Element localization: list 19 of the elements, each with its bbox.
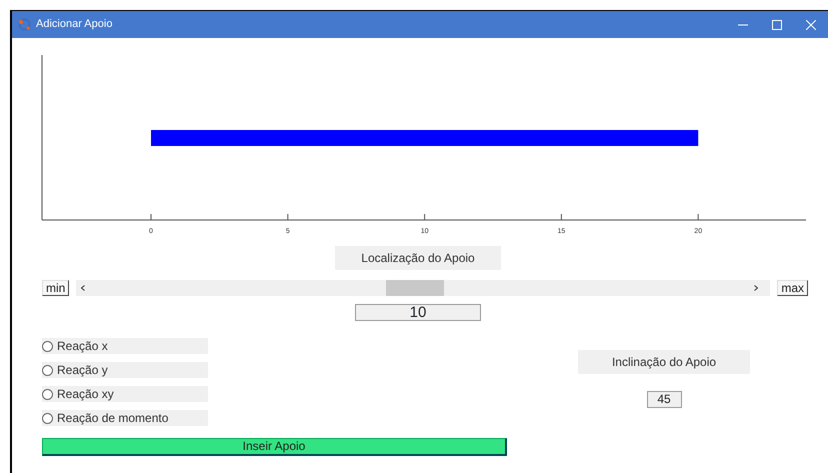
inclination-label: Inclinação do Apoio (578, 350, 750, 374)
app-icon (18, 18, 31, 31)
slider-thumb[interactable] (386, 280, 444, 296)
max-button[interactable]: max (777, 280, 808, 296)
reaction-radio[interactable]: Reação xy (42, 386, 208, 402)
insert-support-button[interactable]: Inseir Apoio (42, 438, 507, 456)
min-button[interactable]: min (42, 280, 70, 296)
location-value-field[interactable]: 10 (355, 304, 481, 321)
reaction-radio[interactable]: Reação y (42, 362, 208, 378)
window-title: Adicionar Apoio (36, 17, 112, 32)
location-label: Localização do Apoio (335, 246, 501, 270)
reaction-radio[interactable]: Reação de momento (42, 410, 208, 426)
radio-icon[interactable] (42, 364, 53, 376)
radio-icon[interactable] (42, 412, 53, 424)
slider-track[interactable] (76, 280, 770, 296)
inclination-value-field[interactable]: 45 (646, 391, 682, 408)
radio-icon[interactable] (42, 388, 53, 400)
radio-icon[interactable] (42, 340, 53, 352)
reaction-radio[interactable]: Reação x (42, 338, 208, 354)
